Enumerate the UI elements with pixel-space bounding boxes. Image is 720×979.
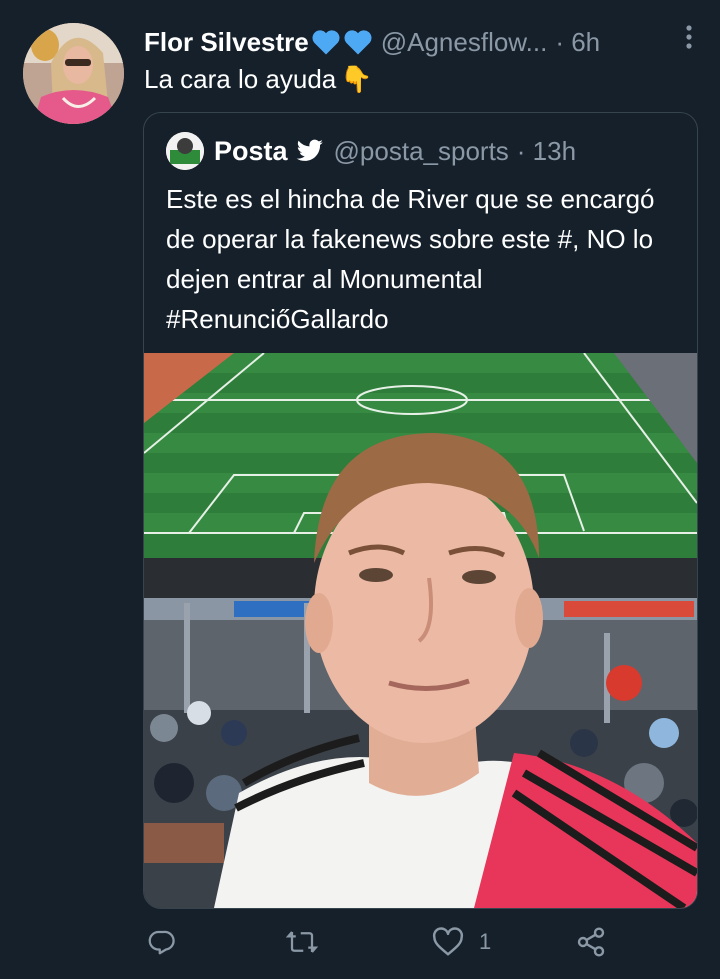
retweet-button[interactable] [285, 912, 319, 972]
tweet-header: Flor Silvestre @Agnesflow... · 6h [144, 22, 700, 62]
pointing-down-emoji: 👇 [340, 64, 373, 94]
blue-heart-icon [344, 30, 372, 55]
author-handle[interactable]: @Agnesflow... [381, 27, 548, 58]
quoted-tweet-header: Posta @posta_sports · 13h [166, 131, 576, 171]
like-count: 1 [479, 929, 492, 954]
tweet-time[interactable]: · 6h [555, 27, 600, 58]
quoted-tweet-text: Este es el hincha de River que se encarg… [166, 184, 655, 334]
heart-icon[interactable] [431, 927, 465, 957]
quoted-author-avatar[interactable] [166, 132, 204, 170]
more-vertical-icon[interactable] [684, 24, 694, 57]
quoted-author-handle[interactable]: @posta_sports [334, 136, 509, 167]
tweet-text-content: La cara lo ayuda [144, 64, 337, 94]
share-icon[interactable] [575, 926, 607, 958]
quoted-tweet-time[interactable]: · 13h [517, 136, 576, 167]
reply-button[interactable] [145, 912, 177, 972]
quoted-tweet[interactable]: Posta @posta_sports · 13h Este es el hin… [143, 112, 698, 909]
blue-heart-icon [312, 30, 340, 55]
tweet-actions: 1 [143, 912, 643, 972]
quoted-tweet-photo[interactable] [144, 352, 697, 908]
tweet-text: La cara lo ayuda 👇 [144, 64, 373, 95]
twitter-bird-icon [296, 139, 324, 163]
reply-icon[interactable] [145, 927, 177, 957]
stadium-selfie-image [144, 352, 697, 908]
quoted-author-name[interactable]: Posta [214, 136, 288, 167]
like-button[interactable]: 1 [431, 912, 491, 972]
blue-hearts-emoji [311, 28, 373, 56]
tweet[interactable]: Flor Silvestre @Agnesflow... · 6h La car… [0, 0, 720, 979]
retweet-icon[interactable] [285, 927, 319, 957]
author-name[interactable]: Flor Silvestre [144, 27, 309, 58]
share-button[interactable] [575, 912, 607, 972]
author-avatar[interactable] [23, 23, 124, 124]
